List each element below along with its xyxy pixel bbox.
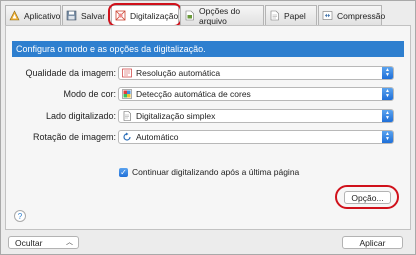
file-options-icon [184, 10, 195, 21]
field-row-image-quality: Qualidade da imagem: Resolução automátic… [6, 66, 412, 80]
tab-compressao[interactable]: Compressão [318, 5, 386, 25]
tab-label: Opções do arquivo [199, 5, 241, 26]
field-label: Qualidade da imagem: [25, 68, 116, 78]
field-row-color-mode: Modo de cor: Detecção automática de core… [6, 87, 412, 101]
tab-papel[interactable]: Papel [265, 5, 317, 25]
tab-label: Aplicativo [24, 10, 61, 21]
tab-label: Digitalização [130, 10, 179, 21]
tab-opcoes-arquivo[interactable]: Opções do arquivo [180, 5, 264, 26]
checkbox-label: Continuar digitalizando após a última pá… [132, 167, 300, 177]
select-value: Automático [136, 132, 179, 142]
option-button[interactable]: Opção... [344, 191, 391, 204]
tab-label: Salvar [81, 10, 106, 21]
hide-button[interactable]: Ocultar ︿ [8, 236, 79, 249]
image-quality-select[interactable]: Resolução automática ▲ ▼ [118, 66, 394, 80]
select-value: Digitalização simplex [136, 111, 216, 121]
application-icon [9, 10, 20, 21]
field-row-scan-side: Lado digitalizado: Digitalização simplex… [6, 109, 412, 123]
field-label: Rotação de imagem: [32, 132, 116, 142]
tab-digitalizacao[interactable]: Digitalização [108, 3, 182, 27]
image-rotation-select[interactable]: Automático ▲ ▼ [118, 130, 394, 144]
select-value: Resolução automática [136, 68, 221, 78]
tab-label: Papel [284, 10, 306, 21]
field-label: Modo de cor: [63, 89, 116, 99]
field-label: Lado digitalizado: [45, 111, 116, 121]
chevron-updown-icon: ▲ ▼ [382, 131, 393, 143]
select-value: Detecção automática de cores [136, 89, 251, 99]
tab-salvar[interactable]: Salvar [62, 5, 110, 25]
tab-aplicativo[interactable]: Aplicativo [5, 5, 61, 25]
checkmark-icon[interactable]: ✓ [119, 167, 128, 177]
chevron-updown-icon: ▲ ▼ [382, 88, 393, 100]
continue-scanning-checkbox[interactable]: ✓ Continuar digitalizando após a última … [119, 167, 299, 177]
chevron-updown-icon: ▲ ▼ [382, 110, 393, 122]
tab-bar: Aplicativo Salvar Digitalização Opções d… [5, 3, 411, 27]
scan-side-select[interactable]: Digitalização simplex ▲ ▼ [118, 109, 394, 123]
scan-icon [115, 10, 126, 21]
compression-icon [322, 10, 333, 21]
chevron-updown-icon: ▲ ▼ [382, 67, 393, 79]
save-icon [66, 10, 77, 21]
chevron-up-icon: ︿ [66, 239, 73, 246]
help-icon[interactable]: ? [14, 210, 26, 222]
settings-window: Aplicativo Salvar Digitalização Opções d… [0, 0, 416, 255]
paper-icon [269, 10, 280, 21]
tab-label: Compressão [337, 10, 386, 21]
color-mode-select[interactable]: Detecção automática de cores ▲ ▼ [118, 87, 394, 101]
simplex-page-icon [122, 111, 132, 121]
field-row-image-rotation: Rotação de imagem: Automático ▲ ▼ [6, 130, 412, 144]
scan-settings-panel: Configura o modo e as opções da digitali… [5, 25, 411, 230]
resolution-icon [122, 68, 132, 78]
hide-button-label: Ocultar [15, 237, 43, 248]
section-banner: Configura o modo e as opções da digitali… [12, 41, 404, 57]
apply-button[interactable]: Aplicar [342, 236, 403, 249]
rotation-icon [122, 132, 132, 142]
color-mode-icon [122, 89, 132, 99]
